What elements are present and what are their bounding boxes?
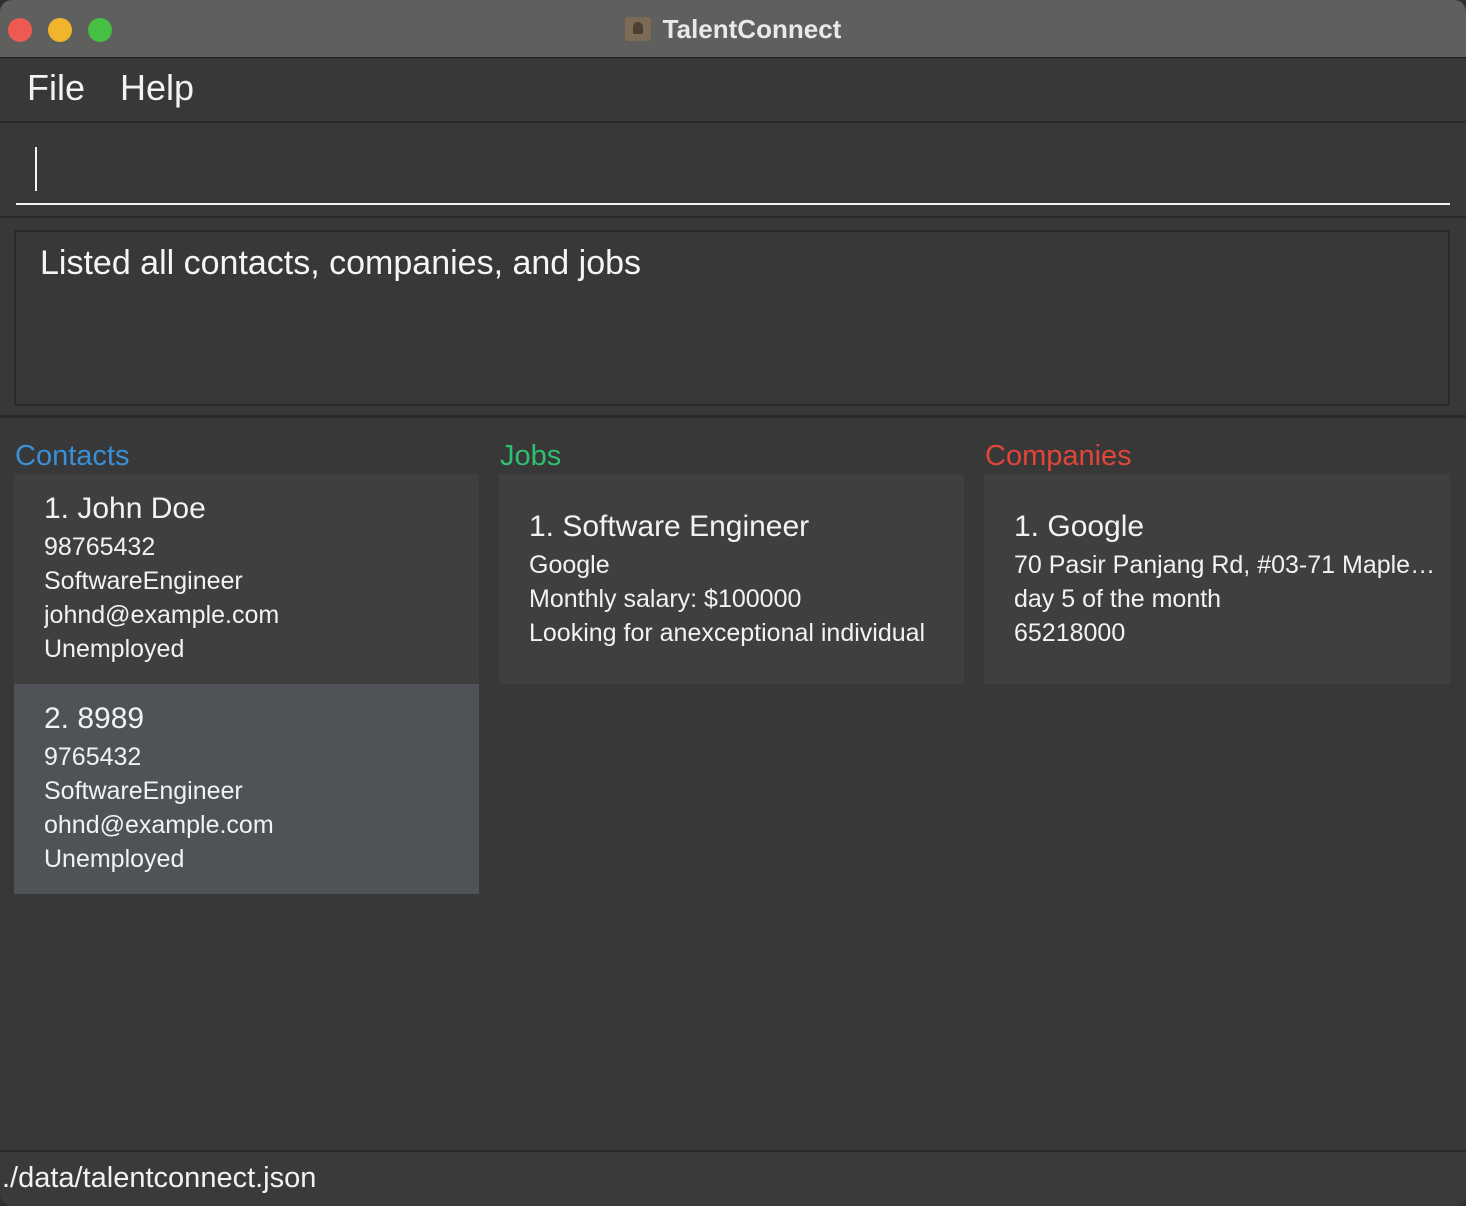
contact-status: Unemployed — [44, 635, 185, 663]
window-title: TalentConnect — [662, 13, 842, 44]
contact-phone: 98765432 — [44, 533, 156, 561]
contact-card[interactable]: 2. 8989 9765432 SoftwareEngineer ohnd@ex… — [14, 684, 479, 894]
company-card[interactable]: 1. Google 70 Pasir Panjang Rd, #03-71 Ma… — [984, 474, 1450, 684]
job-title: 1. Software Engineer — [529, 510, 810, 543]
companies-list[interactable]: 1. Google 70 Pasir Panjang Rd, #03-71 Ma… — [984, 474, 1450, 684]
contact-name: 2. 8989 — [44, 702, 145, 735]
company-phone: 65218000 — [1014, 619, 1126, 647]
result-display-area: Listed all contacts, companies, and jobs — [0, 220, 1466, 418]
jobs-heading: Jobs — [500, 440, 562, 472]
text-caret — [35, 147, 37, 191]
company-address: 70 Pasir Panjang Rd, #03-71 Mapletr... — [1014, 551, 1436, 579]
contact-role: SoftwareEngineer — [44, 567, 243, 595]
contact-email: johnd@example.com — [44, 601, 280, 629]
status-bar: ./data/talentconnect.json — [0, 1150, 1466, 1206]
jobs-list[interactable]: 1. Software Engineer Google Monthly sala… — [499, 474, 964, 684]
title-bar: TalentConnect — [0, 0, 1466, 58]
command-box-area — [0, 125, 1466, 218]
data-file-path: ./data/talentconnect.json — [2, 1162, 317, 1194]
contact-email: ohnd@example.com — [44, 811, 274, 839]
command-input[interactable] — [16, 135, 1450, 205]
contacts-list[interactable]: 1. John Doe 98765432 SoftwareEngineer jo… — [14, 474, 479, 894]
contacts-heading: Contacts — [15, 440, 130, 472]
job-description: Looking for anexceptional individual — [529, 619, 926, 647]
company-billing-date: day 5 of the month — [1014, 585, 1222, 613]
contact-card[interactable]: 1. John Doe 98765432 SoftwareEngineer jo… — [14, 474, 479, 684]
menu-bar: File Help — [0, 59, 1466, 123]
companies-heading: Companies — [985, 440, 1132, 472]
result-message: Listed all contacts, companies, and jobs — [40, 244, 642, 282]
company-name: 1. Google — [1014, 510, 1145, 543]
address-book-icon — [624, 17, 651, 41]
menu-help[interactable]: Help — [120, 67, 194, 109]
contact-role: SoftwareEngineer — [44, 777, 243, 805]
menu-file[interactable]: File — [27, 67, 85, 109]
window-title-group: TalentConnect — [0, 0, 1466, 58]
contact-phone: 9765432 — [44, 743, 142, 771]
contact-name: 1. John Doe — [44, 492, 206, 525]
job-company: Google — [529, 551, 610, 579]
app-window: TalentConnect File Help Listed all conta… — [0, 0, 1466, 1206]
job-card[interactable]: 1. Software Engineer Google Monthly sala… — [499, 474, 964, 684]
job-salary: Monthly salary: $100000 — [529, 585, 802, 613]
contact-status: Unemployed — [44, 845, 185, 873]
result-display: Listed all contacts, companies, and jobs — [14, 230, 1450, 406]
